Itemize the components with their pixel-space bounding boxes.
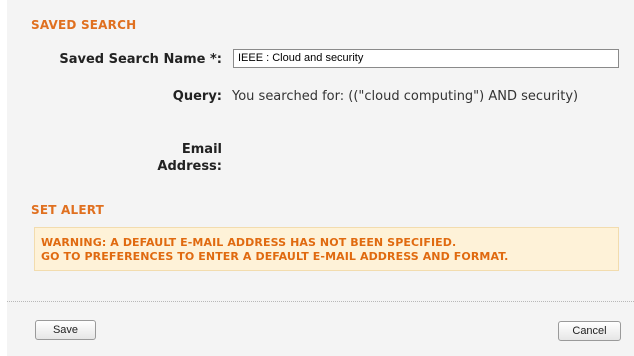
footer-divider	[7, 301, 634, 302]
save-button[interactable]: Save	[35, 320, 96, 340]
saved-search-form: SAVED SEARCH Saved Search Name *: Query:…	[7, 0, 634, 301]
saved-search-heading: SAVED SEARCH	[31, 18, 137, 32]
set-alert-heading: SET ALERT	[31, 203, 105, 217]
warning-message-line-1: WARNING: A DEFAULT E-MAIL ADDRESS HAS NO…	[41, 236, 457, 249]
saved-search-panel: SAVED SEARCH Saved Search Name *: Query:…	[7, 0, 634, 356]
saved-search-name-label: Saved Search Name *:	[59, 52, 222, 67]
email-address-label: Email Address:	[157, 142, 222, 174]
query-label: Query:	[172, 89, 222, 104]
email-warning-box: WARNING: A DEFAULT E-MAIL ADDRESS HAS NO…	[34, 227, 619, 271]
warning-message-line-2: GO TO PREFERENCES TO ENTER A DEFAULT E-M…	[41, 250, 509, 263]
cancel-button[interactable]: Cancel	[558, 321, 621, 341]
query-value: You searched for: (("cloud computing") A…	[232, 89, 579, 104]
saved-search-name-input[interactable]	[233, 49, 619, 68]
